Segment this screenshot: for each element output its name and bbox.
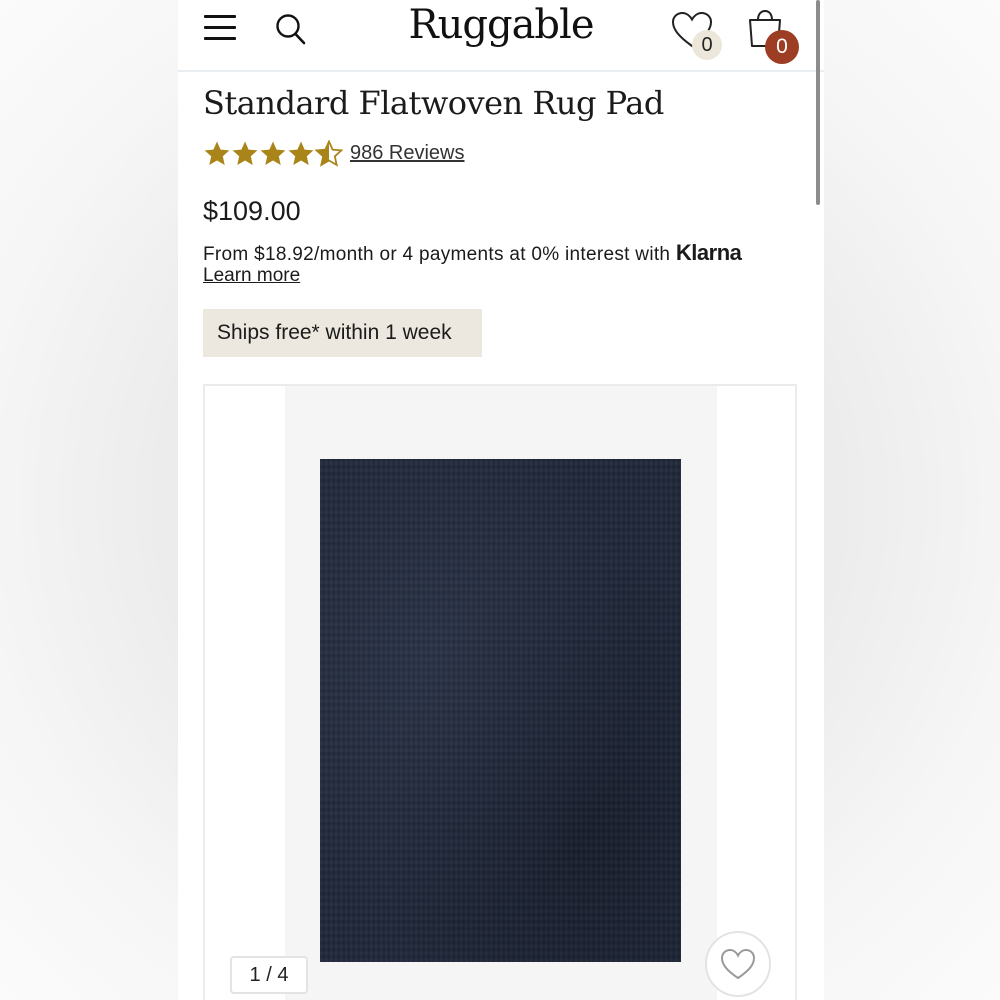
heart-icon — [720, 948, 756, 980]
star-icon — [204, 141, 230, 165]
half-star-icon — [315, 140, 343, 166]
product-image-gallery[interactable]: 1 / 4 — [203, 384, 797, 1000]
shipping-badge: Ships free* within 1 week — [203, 309, 482, 357]
star-rating — [203, 140, 343, 168]
image-counter: 1 / 4 — [230, 956, 308, 994]
cart-button[interactable]: 0 — [743, 6, 803, 66]
product-title: Standard Flatwoven Rug Pad — [203, 84, 664, 122]
star-icon — [288, 141, 314, 165]
scrollbar[interactable] — [816, 0, 820, 205]
learn-more-link[interactable]: Learn more — [203, 265, 300, 287]
product-price: $109.00 — [203, 196, 301, 226]
site-header: Ruggable 0 0 — [178, 0, 824, 72]
product-page: Ruggable 0 0 Standard Flatwoven Rug Pad — [178, 0, 824, 1000]
star-icon — [260, 141, 286, 165]
add-to-wishlist-button[interactable] — [705, 931, 771, 997]
rug-pad-image — [320, 459, 681, 962]
star-icon — [232, 141, 258, 165]
financing-description: From $18.92/month or 4 payments at 0% in… — [203, 244, 671, 265]
financing-text: From $18.92/month or 4 payments at 0% in… — [203, 240, 742, 266]
cart-count-badge: 0 — [765, 30, 799, 64]
wishlist-button[interactable]: 0 — [668, 8, 728, 64]
reviews-link[interactable]: 986 Reviews — [350, 142, 465, 165]
wishlist-count-badge: 0 — [692, 30, 722, 60]
klarna-logo: Klarna — [675, 240, 742, 265]
